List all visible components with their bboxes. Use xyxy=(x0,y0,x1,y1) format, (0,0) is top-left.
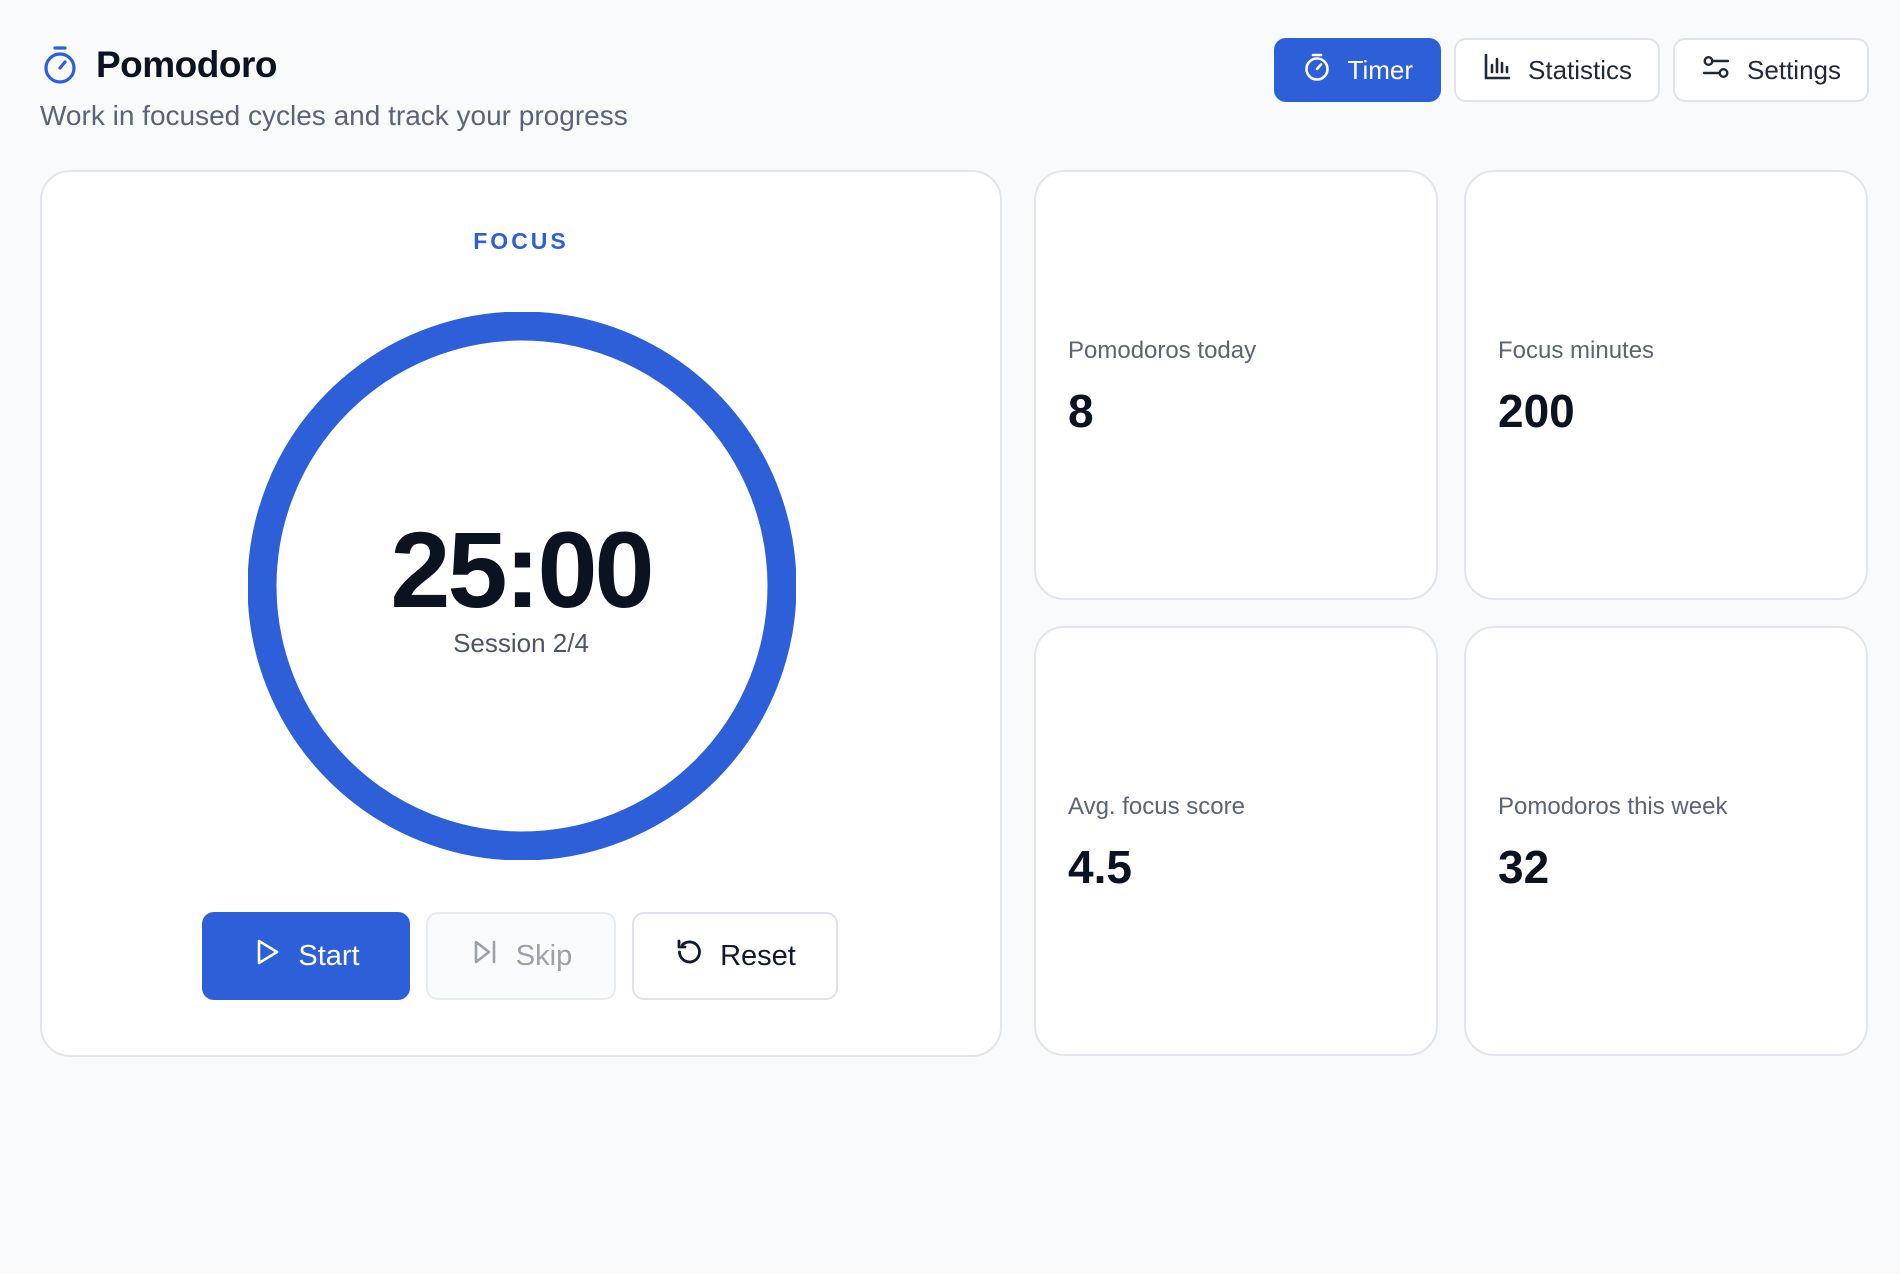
timer-card: FOCUS 25:00 Session 2/4 Start Skip Reset xyxy=(40,170,1002,1057)
skip-label: Skip xyxy=(515,939,573,972)
stat-value: 200 xyxy=(1498,385,1575,437)
sliders-icon xyxy=(1701,52,1731,89)
top-nav: Timer Statistics Settings xyxy=(1273,38,1869,102)
app-subtitle: Work in focused cycles and track your pr… xyxy=(40,100,628,131)
stopwatch-icon xyxy=(1302,52,1332,89)
stat-label: Pomodoros this week xyxy=(1498,793,1728,820)
skip-icon xyxy=(470,937,500,975)
stat-value: 32 xyxy=(1498,841,1550,893)
timer-display: 25:00 xyxy=(390,509,654,630)
reset-label: Reset xyxy=(720,939,796,972)
stat-value: 4.5 xyxy=(1068,841,1132,893)
nav-timer-label: Timer xyxy=(1347,54,1414,85)
stat-card-pomodoros-week: Pomodoros this week 32 xyxy=(1464,626,1868,1056)
nav-timer-button[interactable]: Timer xyxy=(1273,38,1442,102)
reset-button[interactable]: Reset xyxy=(632,912,838,1000)
play-icon xyxy=(252,937,282,975)
start-label: Start xyxy=(298,939,360,972)
stat-card-pomodoros-today: Pomodoros today 8 xyxy=(1034,170,1438,600)
session-counter: Session 2/4 xyxy=(453,628,589,658)
stat-label: Pomodoros today xyxy=(1068,337,1257,364)
timer-mode-label: FOCUS xyxy=(473,228,569,254)
bar-chart-icon xyxy=(1482,52,1512,89)
stat-value: 8 xyxy=(1068,385,1094,437)
nav-statistics-label: Statistics xyxy=(1528,54,1633,85)
nav-settings-label: Settings xyxy=(1747,54,1841,85)
reset-icon xyxy=(674,937,704,975)
nav-settings-button[interactable]: Settings xyxy=(1673,38,1869,102)
stat-label: Avg. focus score xyxy=(1068,793,1245,820)
app-root: Pomodoro Work in focused cycles and trac… xyxy=(0,0,1900,1274)
brand: Pomodoro xyxy=(40,44,277,86)
skip-button[interactable]: Skip xyxy=(426,912,616,1000)
start-button[interactable]: Start xyxy=(202,912,410,1000)
nav-statistics-button[interactable]: Statistics xyxy=(1454,38,1661,102)
stat-label: Focus minutes xyxy=(1498,337,1655,364)
stopwatch-icon xyxy=(40,45,80,85)
timer-controls: Start Skip Reset xyxy=(202,912,838,1000)
stat-card-avg-focus-score: Avg. focus score 4.5 xyxy=(1034,626,1438,1056)
app-title: Pomodoro xyxy=(96,44,277,85)
stat-card-focus-minutes: Focus minutes 200 xyxy=(1464,170,1868,600)
